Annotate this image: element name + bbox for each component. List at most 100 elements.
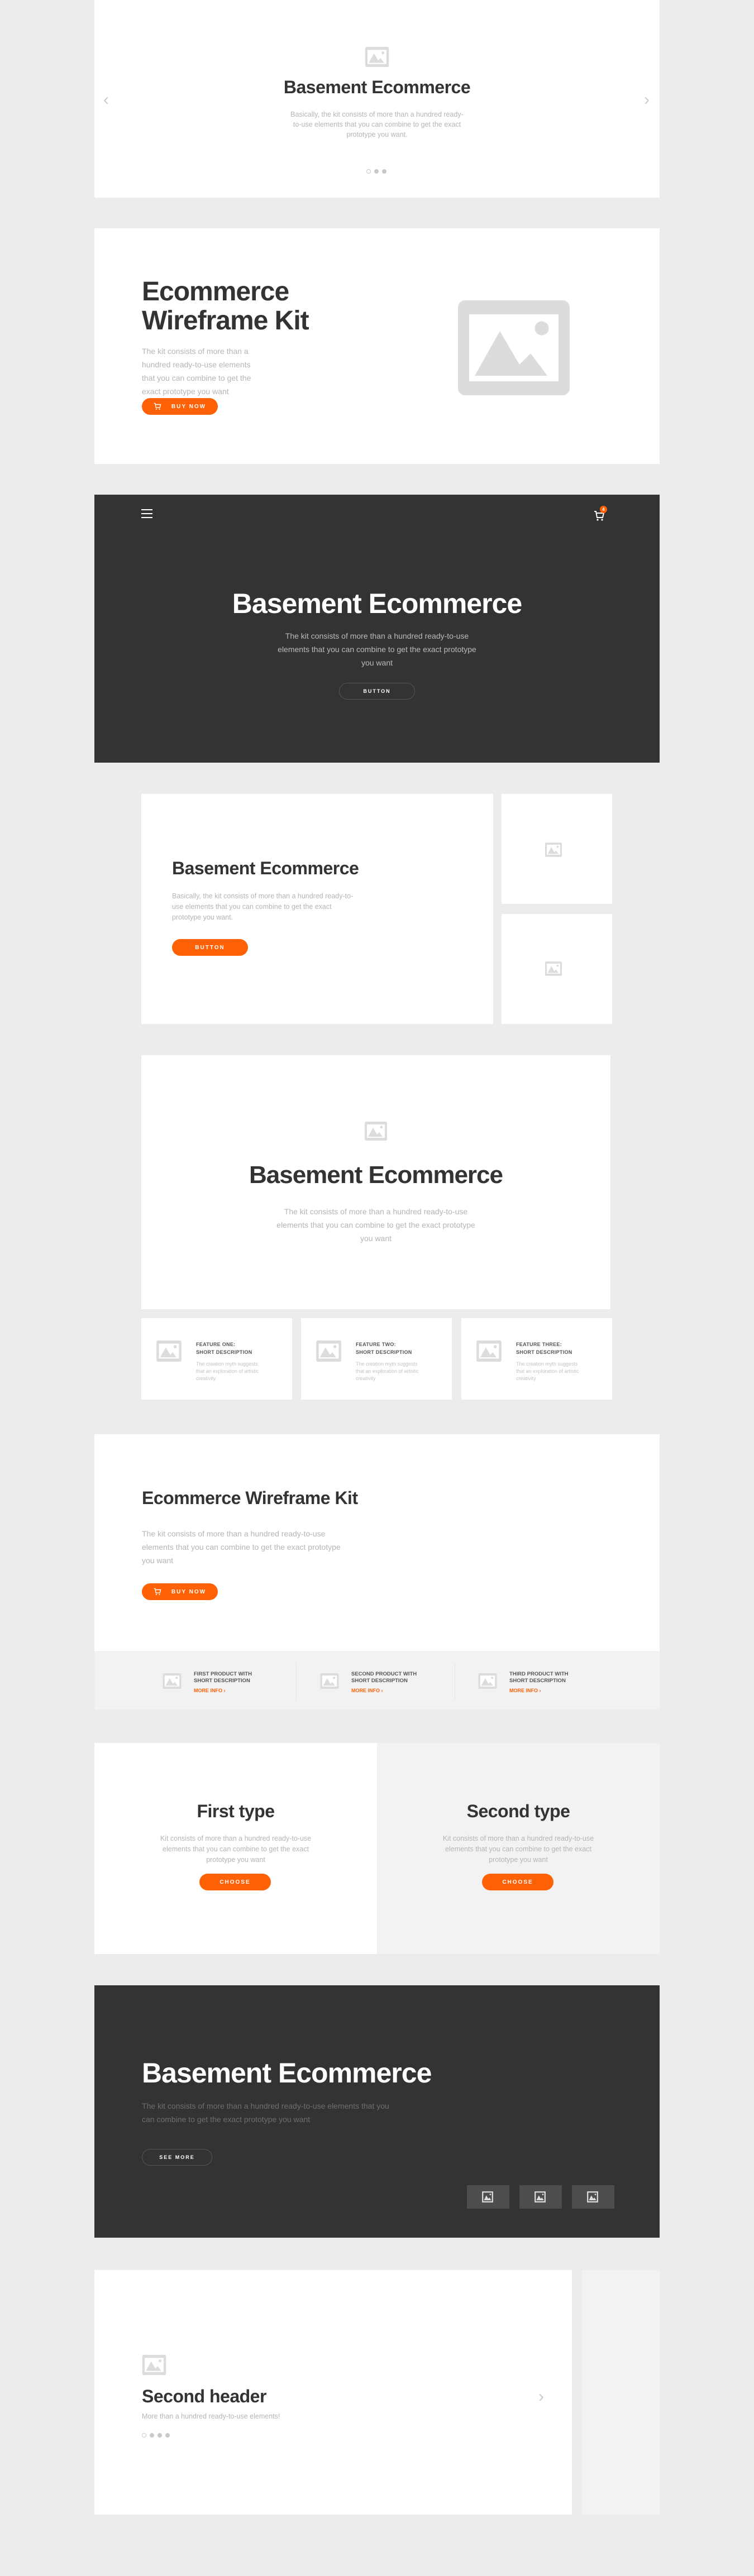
side-image-top xyxy=(502,794,612,904)
product-hero-main: Ecommerce Wireframe Kit The kit consists… xyxy=(94,1434,660,1651)
thumbnail[interactable] xyxy=(519,2185,562,2209)
type-text: Kit consists of more than a hundred read… xyxy=(160,1835,312,1864)
grid-hero-button[interactable]: BUTTON xyxy=(172,939,248,956)
dark-left-text: The kit consists of more than a hundred … xyxy=(142,2101,389,2124)
slider-text: Basically, the kit consists of more than… xyxy=(290,111,464,138)
feature-card: FEATURE TWO: SHORT DESCRIPTION The creatio… xyxy=(301,1318,452,1400)
type-text: Kit consists of more than a hundred read… xyxy=(442,1835,594,1864)
cart-icon xyxy=(154,403,161,410)
thumbnail[interactable] xyxy=(467,2185,509,2209)
grid-hero-title: Basement Ecommerce xyxy=(172,858,359,878)
image-placeholder-icon xyxy=(481,2191,494,2203)
feature-description: The creation myth suggests that an explo… xyxy=(196,1361,259,1381)
hero-title-line1: Ecommerce xyxy=(142,277,289,307)
buy-now-label: BUY NOW xyxy=(171,403,207,410)
feature-description: The creation myth suggests that an explo… xyxy=(356,1361,419,1381)
more-info-link[interactable]: MORE INFO › xyxy=(509,1688,541,1693)
grid-hero-text: Basically, the kit consists of more than… xyxy=(172,892,354,921)
slider-title: Basement Ecommerce xyxy=(283,77,471,97)
side-image-bottom xyxy=(502,914,612,1024)
type-panel: First type Kit consists of more than a hu… xyxy=(94,1743,377,1954)
type-title: First type xyxy=(197,1801,275,1821)
choose-button[interactable]: CHOOSE xyxy=(199,1874,271,1890)
feature-title: FEATURE TWO: SHORT DESCRIPTION xyxy=(356,1342,412,1355)
hero-title-line2: Wireframe Kit xyxy=(142,306,309,336)
pagination-dot[interactable] xyxy=(382,169,386,174)
grid-hero-main: Basement Ecommerce Basically, the kit co… xyxy=(141,794,493,1024)
product-item: THIRD PRODUCT WITH SHORT DESCRIPTION MORE … xyxy=(478,1667,640,1706)
buy-now-label: BUY NOW xyxy=(171,1588,207,1595)
image-placeholder-icon xyxy=(364,47,390,67)
hamburger-icon[interactable] xyxy=(141,509,152,518)
pagination-dot[interactable] xyxy=(158,2433,162,2438)
second-slider-subtitle: More than a hundred ready-to-use element… xyxy=(142,2412,280,2420)
choose-button[interactable]: CHOOSE xyxy=(482,1874,553,1890)
pagination-dot[interactable] xyxy=(142,2433,146,2438)
feature-hero-main: Basement Ecommerce The kit consists of m… xyxy=(141,1055,610,1309)
dark-hero-section: 4 Basement Ecommerce The kit consists of… xyxy=(94,495,660,763)
slider-pagination xyxy=(142,2433,170,2438)
feature-card: FEATURE ONE: SHORT DESCRIPTION The creatio… xyxy=(141,1318,292,1400)
more-info-link[interactable]: MORE INFO › xyxy=(194,1688,226,1693)
feature-card: FEATURE THREE: SHORT DESCRIPTION The creat… xyxy=(461,1318,612,1400)
choose-label: CHOOSE xyxy=(219,1879,251,1885)
pagination-dot[interactable] xyxy=(366,169,371,174)
dark-hero-title: Basement Ecommerce xyxy=(232,588,522,619)
image-placeholder-icon xyxy=(156,1340,182,1362)
grid-hero-button-label: BUTTON xyxy=(195,944,225,951)
pagination-dot[interactable] xyxy=(150,2433,154,2438)
slider-pagination xyxy=(366,169,386,174)
feature-description: The creation myth suggests that an explo… xyxy=(516,1361,579,1381)
image-placeholder-icon xyxy=(365,1121,387,1141)
image-placeholder-icon xyxy=(478,1673,497,1689)
hero-title: Ecommerce Wireframe Kit xyxy=(142,277,309,336)
type-panel: Second type Kit consists of more than a h… xyxy=(377,1743,660,1954)
second-slider-title: Second header xyxy=(142,2386,266,2406)
chevron-left-icon[interactable]: ‹ xyxy=(103,90,109,109)
product-item: FIRST PRODUCT WITH SHORT DESCRIPTION MORE … xyxy=(163,1667,324,1706)
more-info-link[interactable]: MORE INFO › xyxy=(351,1688,383,1693)
image-placeholder-icon xyxy=(316,1340,341,1362)
product-item: SECOND PRODUCT WITH SHORT DESCRIPTION MORE… xyxy=(320,1667,482,1706)
hero-text: The kit consists of more than a hundred … xyxy=(142,347,251,396)
cart-icon xyxy=(154,1588,161,1596)
image-placeholder-icon xyxy=(545,840,562,860)
product-title: SECOND PRODUCT WITH SHORT DESCRIPTION xyxy=(351,1671,417,1684)
dark-hero-button-label: BUTTON xyxy=(363,688,391,694)
product-hero-title: Ecommerce Wireframe Kit xyxy=(142,1488,358,1508)
image-placeholder-icon xyxy=(452,300,576,395)
image-placeholder-icon xyxy=(545,959,562,979)
dark-hero-text: The kit consists of more than a hundred … xyxy=(278,631,476,667)
image-placeholder-icon xyxy=(320,1673,339,1689)
chevron-right-icon[interactable]: › xyxy=(644,90,650,109)
second-slider-main: Second header More than a hundred ready-… xyxy=(94,2270,572,2515)
feature-title: FEATURE ONE: SHORT DESCRIPTION xyxy=(196,1342,252,1355)
image-placeholder-icon xyxy=(586,2191,599,2203)
feature-title: FEATURE THREE: SHORT DESCRIPTION xyxy=(516,1342,572,1355)
pagination-dot[interactable] xyxy=(165,2433,170,2438)
dark-left-title: Basement Ecommerce xyxy=(142,2057,432,2089)
feature-hero-title: Basement Ecommerce xyxy=(249,1161,503,1189)
next-slide-peek xyxy=(582,2270,660,2515)
type-title: Second type xyxy=(466,1801,570,1821)
product-title: THIRD PRODUCT WITH SHORT DESCRIPTION xyxy=(509,1671,569,1684)
chevron-right-icon[interactable]: › xyxy=(538,2387,544,2406)
cart-count-badge: 4 xyxy=(600,506,607,513)
image-placeholder-icon xyxy=(142,2355,166,2375)
choose-label: CHOOSE xyxy=(502,1879,533,1885)
image-placeholder-icon xyxy=(534,2191,546,2203)
buy-now-button[interactable]: BUY NOW xyxy=(142,398,218,415)
see-more-button[interactable]: SEE MORE xyxy=(142,2149,212,2166)
cart-button[interactable]: 4 xyxy=(594,506,608,521)
product-title: FIRST PRODUCT WITH SHORT DESCRIPTION xyxy=(194,1671,252,1684)
dark-hero-button[interactable]: BUTTON xyxy=(339,683,415,700)
feature-hero-text: The kit consists of more than a hundred … xyxy=(276,1207,475,1243)
product-hero-text: The kit consists of more than a hundred … xyxy=(142,1529,341,1565)
thumbnail[interactable] xyxy=(572,2185,614,2209)
hero-slider-section: Basement Ecommerce Basically, the kit co… xyxy=(94,0,660,198)
image-placeholder-icon xyxy=(163,1673,182,1689)
buy-now-button[interactable]: BUY NOW xyxy=(142,1583,218,1600)
image-placeholder-icon xyxy=(476,1340,502,1362)
pagination-dot[interactable] xyxy=(374,169,379,174)
see-more-label: SEE MORE xyxy=(159,2154,195,2160)
